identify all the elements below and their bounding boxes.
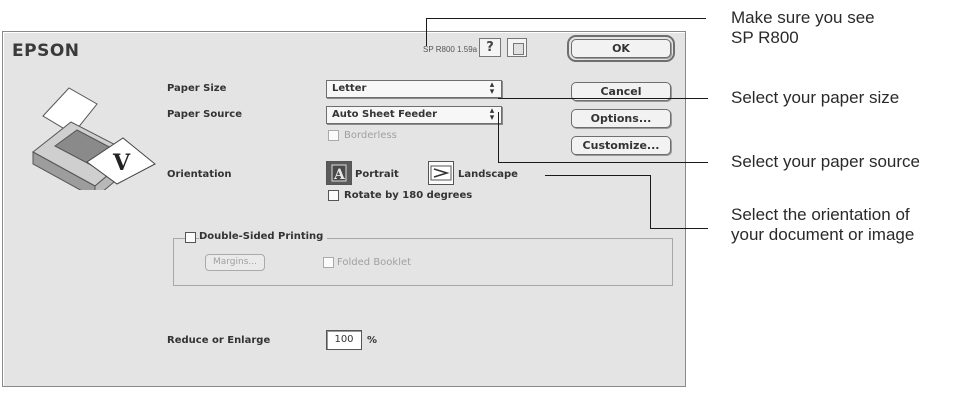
version-label: SP R800 1.59a	[423, 45, 478, 54]
paper-source-value: Auto Sheet Feeder	[332, 109, 437, 120]
popup-arrows-icon: ▴ ▾	[489, 80, 495, 97]
callout-orientation-text: Select the orientation of your document …	[731, 205, 915, 244]
paper-size-value: Letter	[332, 83, 367, 94]
borderless-label: Borderless	[344, 130, 397, 141]
callout-line-version	[426, 18, 427, 46]
callout-line-source-v	[498, 112, 499, 162]
folded-booklet-label: Folded Booklet	[337, 257, 412, 268]
reduce-enlarge-input[interactable]: 100	[326, 330, 362, 350]
paper-source-label: Paper Source	[167, 109, 242, 120]
rotate-180-label: Rotate by 180 degrees	[344, 190, 473, 201]
landscape-icon[interactable]	[428, 161, 454, 185]
options-button[interactable]: Options...	[571, 109, 671, 128]
callout-line-version-h	[426, 18, 706, 19]
help-button[interactable]: ?	[479, 38, 501, 57]
svg-text:A: A	[333, 167, 346, 183]
percent-label: %	[367, 335, 378, 346]
callout-line-orientation-h1	[545, 175, 650, 176]
portrait-label: Portrait	[355, 169, 399, 180]
printer-icon: V	[32, 87, 156, 190]
rotate-180-checkbox[interactable]	[328, 190, 339, 201]
paper-source-select[interactable]: Auto Sheet Feeder ▴ ▾	[326, 106, 502, 124]
callout-line-orientation-h2	[650, 228, 708, 229]
callout-line-paper-size	[498, 98, 708, 99]
double-sided-label: Double-Sided Printing	[199, 231, 328, 242]
printer-info-icon[interactable]	[507, 38, 527, 57]
callout-paper-size-text: Select your paper size	[731, 88, 900, 107]
paper-size-select[interactable]: Letter ▴ ▾	[326, 80, 502, 98]
page-setup-dialog: EPSON SP R800 1.59a ? OK Cancel Options.…	[2, 31, 686, 387]
callout-line-source-h	[498, 162, 708, 163]
ok-button[interactable]: OK	[567, 35, 675, 62]
borderless-checkbox[interactable]	[328, 130, 339, 141]
epson-logo: EPSON	[12, 41, 80, 61]
double-sided-checkbox[interactable]	[185, 232, 196, 243]
callout-line-orientation-v	[650, 175, 651, 228]
svg-text:V: V	[112, 150, 131, 176]
margins-button[interactable]: Margins...	[205, 254, 265, 271]
portrait-icon[interactable]: A	[326, 161, 352, 185]
orientation-label: Orientation	[167, 169, 232, 180]
popup-arrows-icon: ▴ ▾	[489, 106, 495, 123]
customize-button[interactable]: Customize...	[571, 136, 671, 155]
reduce-enlarge-label: Reduce or Enlarge	[167, 335, 271, 346]
paper-size-label: Paper Size	[167, 83, 227, 94]
folded-booklet-checkbox[interactable]	[323, 257, 334, 268]
callout-paper-source-text: Select your paper source	[731, 152, 920, 171]
landscape-label: Landscape	[458, 169, 518, 180]
callout-version-text: Make sure you see SP R800	[731, 8, 875, 47]
